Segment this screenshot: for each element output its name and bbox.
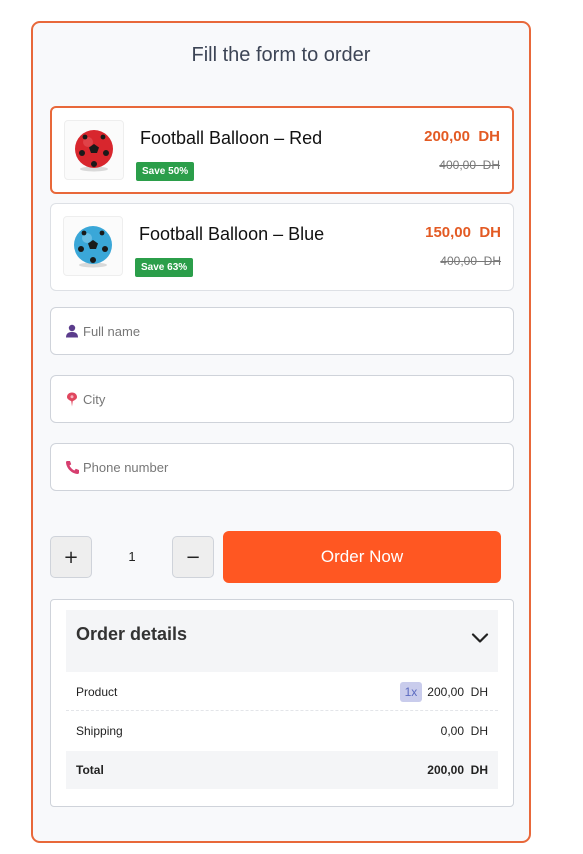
quantity-value: 1 bbox=[128, 549, 136, 564]
user-icon bbox=[64, 323, 80, 339]
full-name-field[interactable] bbox=[50, 307, 514, 355]
order-row-total: Total 200,00 DH bbox=[66, 751, 498, 789]
product-option-blue[interactable]: Football Balloon – Blue Save 63% 150,00 … bbox=[50, 203, 514, 291]
order-row-shipping: Shipping 0,00 DH bbox=[66, 712, 498, 750]
location-pin-icon bbox=[64, 391, 80, 407]
row-value: 200,00 DH bbox=[427, 684, 488, 699]
product-name: Football Balloon – Red bbox=[140, 128, 323, 148]
order-details-toggle[interactable]: Order details bbox=[66, 610, 498, 672]
discount-badge: Save 50% bbox=[136, 162, 195, 181]
product-old-price: 400,00 DH bbox=[440, 254, 501, 268]
row-label: Total bbox=[76, 763, 104, 777]
order-details-panel: Order details Product 1x 200,00 DH Shipp… bbox=[50, 599, 514, 807]
row-value: 0,00 DH bbox=[440, 724, 488, 738]
city-input[interactable] bbox=[83, 391, 513, 407]
discount-badge: Save 63% bbox=[135, 258, 194, 277]
blue-football-image bbox=[74, 226, 112, 268]
chevron-down-icon bbox=[471, 633, 489, 643]
row-value-wrap: 1x 200,00 DH bbox=[399, 681, 488, 702]
quantity-decrease-button[interactable]: − bbox=[172, 536, 214, 578]
product-price: 200,00 DH bbox=[424, 128, 500, 145]
order-now-button[interactable]: Order Now bbox=[223, 531, 501, 583]
row-label: Shipping bbox=[76, 724, 123, 738]
product-image-blue bbox=[63, 216, 123, 276]
order-form-card: Fill the form to order Football Balloon … bbox=[31, 21, 531, 843]
quantity-pill: 1x bbox=[399, 681, 423, 702]
phone-input[interactable] bbox=[83, 459, 513, 475]
city-field[interactable] bbox=[50, 375, 514, 423]
order-details-title: Order details bbox=[76, 624, 188, 644]
row-value: 200,00 DH bbox=[427, 763, 488, 777]
product-image-red bbox=[64, 120, 124, 180]
order-row-product: Product 1x 200,00 DH bbox=[66, 673, 498, 711]
product-name: Football Balloon – Blue bbox=[139, 224, 325, 244]
phone-field[interactable] bbox=[50, 443, 514, 491]
product-old-price: 400,00 DH bbox=[439, 158, 500, 172]
product-price: 150,00 DH bbox=[425, 224, 501, 241]
quantity-increase-button[interactable]: + bbox=[50, 536, 92, 578]
phone-icon bbox=[64, 459, 80, 475]
red-football-image bbox=[75, 130, 113, 172]
form-title: Fill the form to order bbox=[191, 44, 371, 66]
product-option-red[interactable]: Football Balloon – Red Save 50% 200,00 D… bbox=[50, 106, 514, 194]
row-label: Product bbox=[76, 684, 118, 699]
full-name-input[interactable] bbox=[83, 323, 513, 339]
